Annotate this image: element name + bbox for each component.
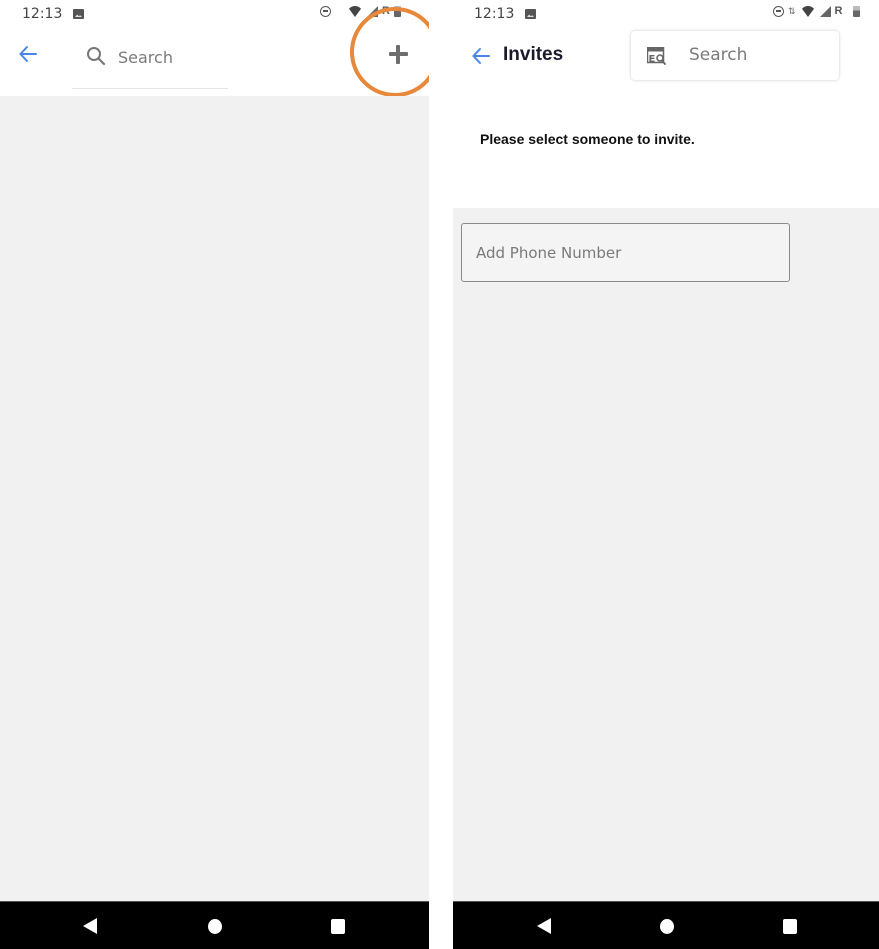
arrow-left-icon (472, 48, 490, 64)
battery-icon (852, 5, 860, 17)
nav-recents-button[interactable] (331, 919, 345, 934)
back-button[interactable] (18, 44, 38, 68)
system-nav-bar (0, 901, 429, 949)
dnd-icon (773, 5, 784, 17)
search-icon (87, 47, 106, 66)
svg-text:E: E (649, 54, 656, 65)
arrow-left-icon (19, 46, 37, 62)
results-list-empty (0, 96, 429, 901)
nav-back-button[interactable] (537, 918, 551, 934)
battery-icon (393, 5, 401, 17)
data-activity-icon: ⇅ (788, 5, 796, 16)
search-bar[interactable]: E (631, 31, 839, 80)
invite-content (453, 208, 879, 901)
search-bar[interactable] (72, 40, 228, 89)
nav-recents-button[interactable] (783, 919, 797, 934)
search-list-icon: E (647, 47, 666, 65)
dnd-icon (320, 5, 331, 17)
status-bar: 12:13 R (0, 0, 429, 30)
roaming-r-icon: R (834, 5, 843, 17)
status-icons: ⇅ R (773, 5, 860, 17)
search-input[interactable] (689, 44, 829, 66)
image-notification-icon (73, 9, 84, 19)
invite-prompt: Please select someone to invite. (480, 131, 695, 147)
system-nav-bar (453, 901, 879, 949)
contacts-search-screen: 12:13 R (0, 0, 429, 949)
add-contact-button[interactable] (382, 38, 414, 70)
invites-screen: 12:13 ⇅ R Invites E Please select someon… (453, 0, 879, 949)
status-time: 12:13 (474, 6, 515, 22)
status-bar: 12:13 ⇅ R (453, 0, 879, 30)
nav-home-button[interactable] (660, 919, 674, 934)
status-icons: R (320, 5, 401, 17)
wifi-icon (799, 5, 816, 17)
nav-home-button[interactable] (208, 919, 222, 934)
back-button[interactable] (471, 46, 491, 70)
signal-icon (367, 5, 378, 17)
roaming-r-icon: R (382, 5, 390, 17)
status-time: 12:13 (22, 6, 63, 22)
nav-back-button[interactable] (83, 918, 97, 934)
page-title: Invites (503, 44, 564, 65)
search-input[interactable] (118, 46, 226, 68)
add-phone-number-input[interactable] (461, 223, 790, 282)
image-notification-icon (525, 9, 536, 19)
signal-icon (819, 5, 831, 17)
wifi-icon (347, 5, 363, 17)
